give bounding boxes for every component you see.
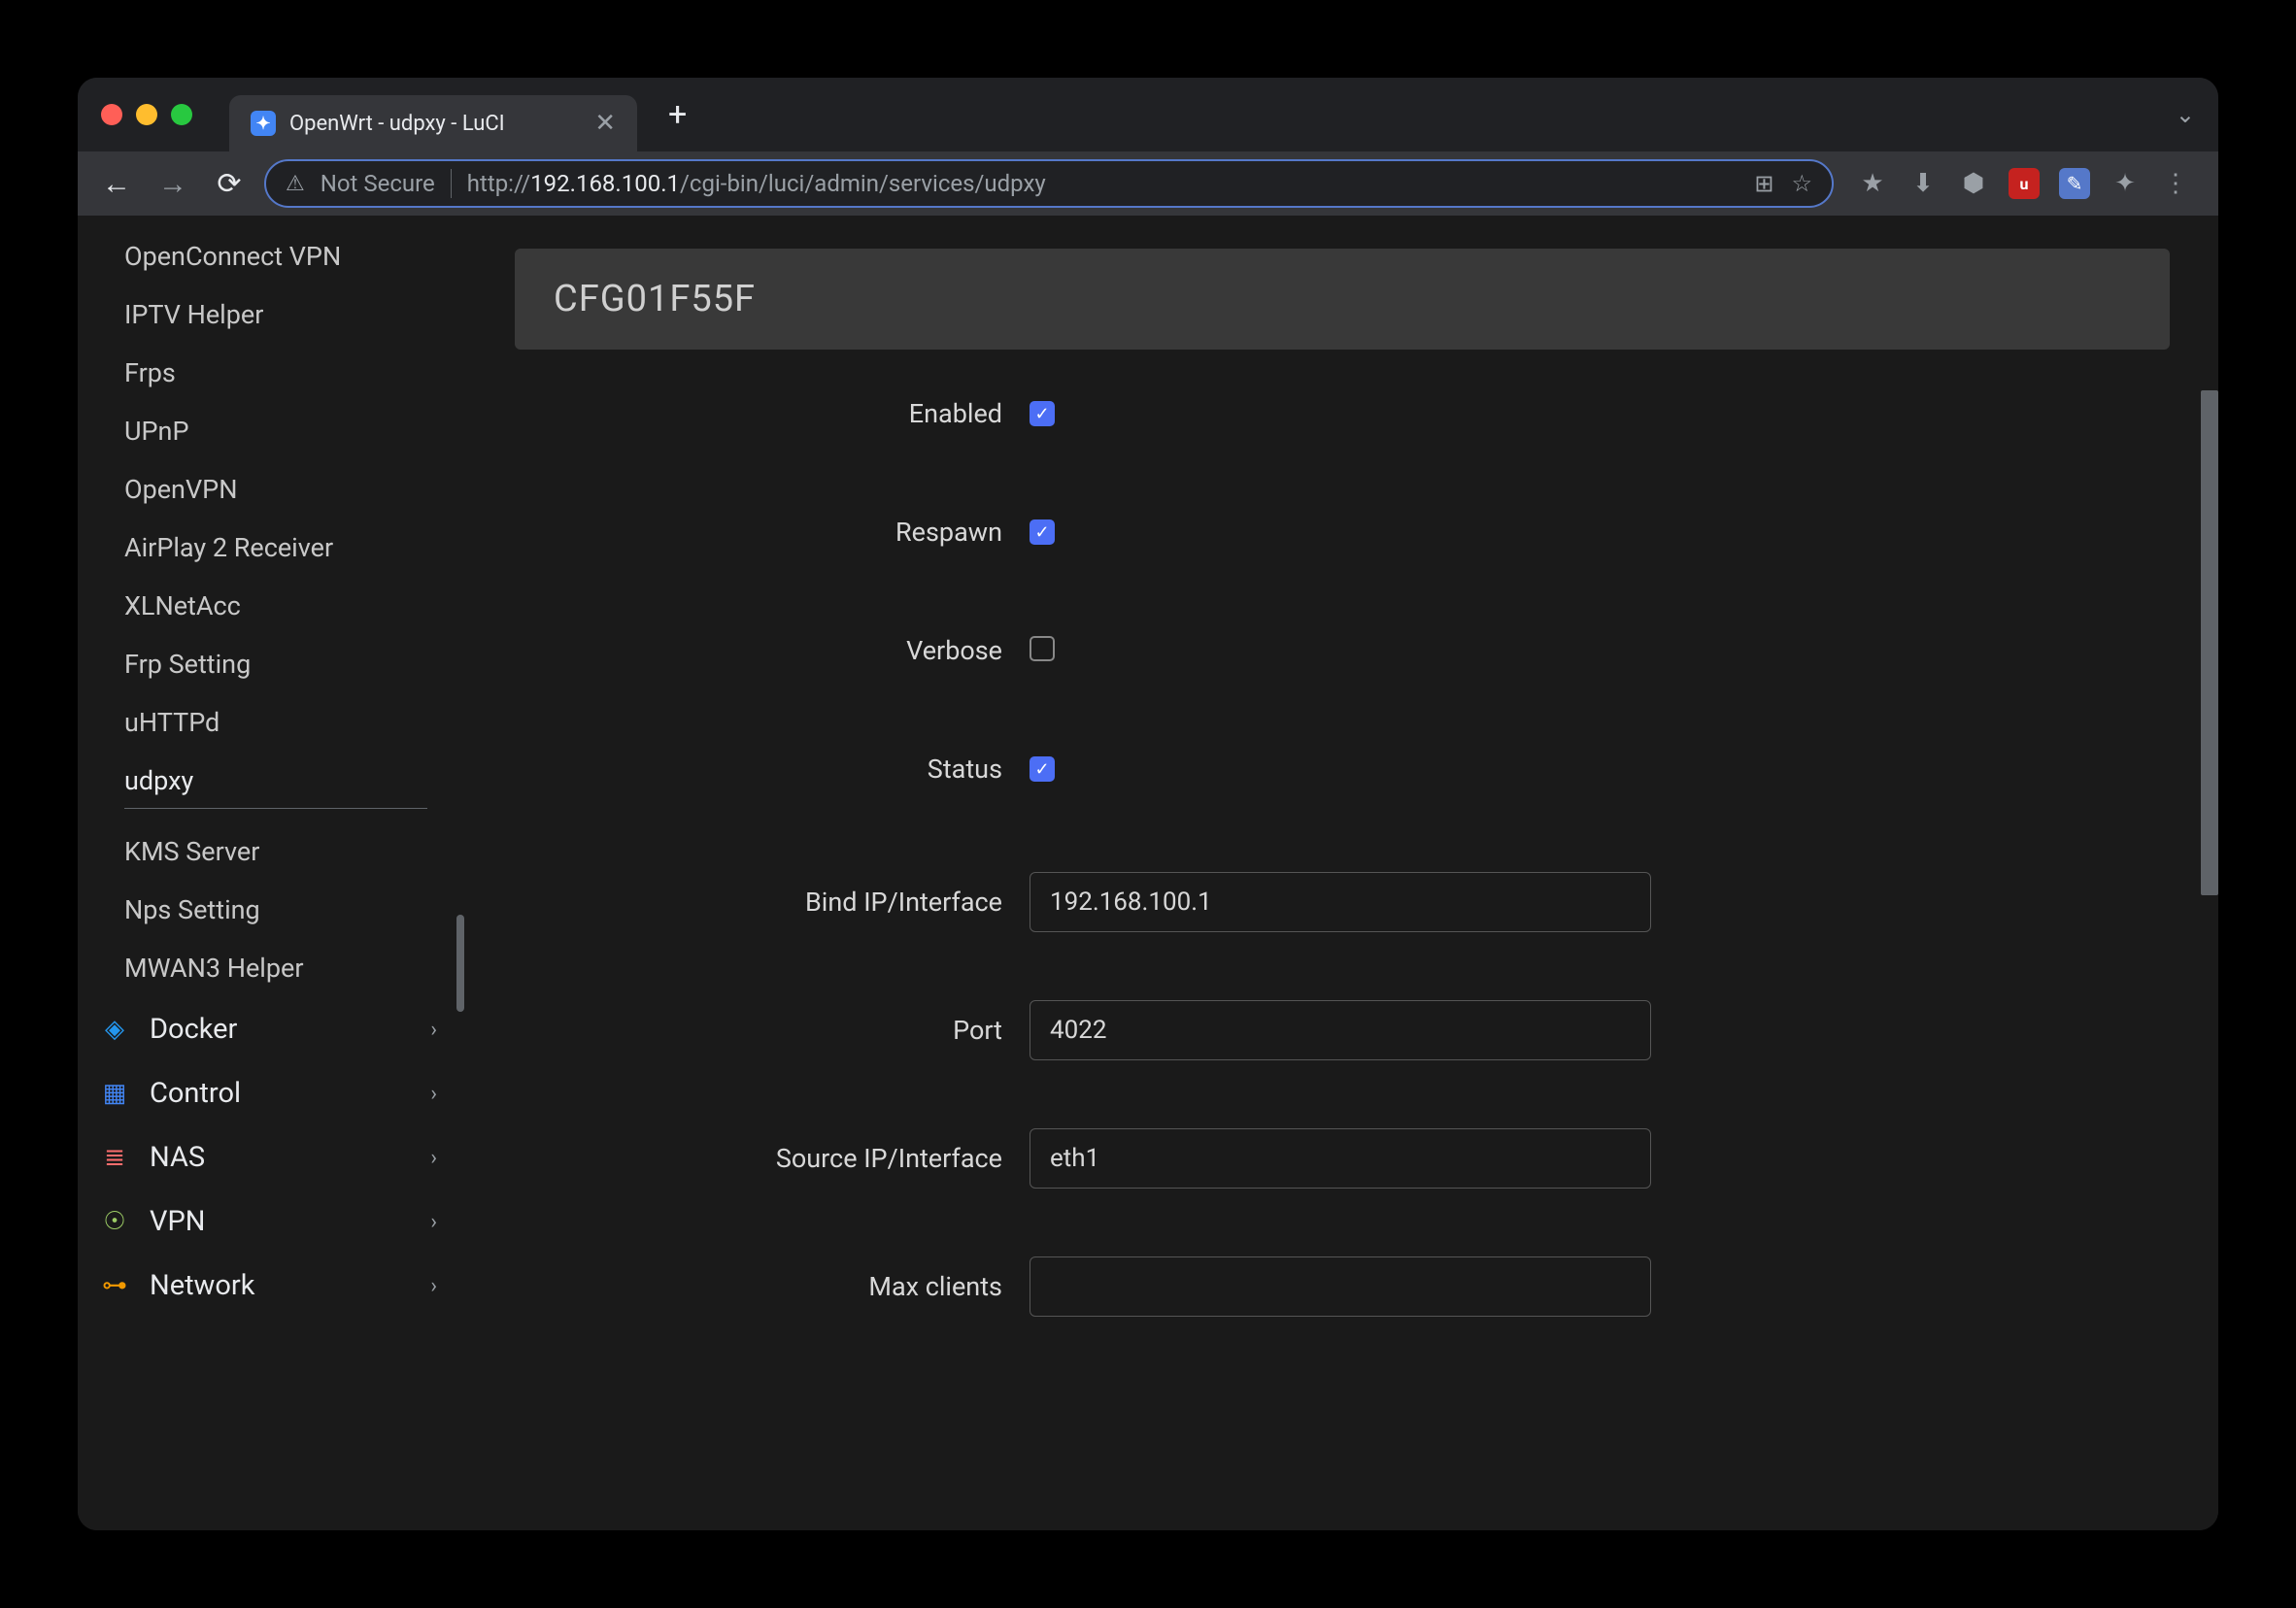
field-row-source-ip: Source IP/Interface xyxy=(515,1128,2170,1189)
bind-ip-input[interactable] xyxy=(1030,872,1651,932)
field-label: Max clients xyxy=(515,1271,1030,1302)
sidebar-group-label: Control xyxy=(150,1077,411,1110)
sidebar-item-openconnect-vpn[interactable]: OpenConnect VPN xyxy=(78,227,466,285)
field-row-enabled: Enabled ✓ xyxy=(515,398,2170,429)
install-app-icon[interactable]: ⊞ xyxy=(1754,170,1773,197)
field-label: Verbose xyxy=(515,635,1030,666)
panel-header: CFG01F55F xyxy=(515,249,2170,350)
sidebar-group-control[interactable]: ▦ Control › xyxy=(78,1061,466,1125)
sidebar-group-label: Network xyxy=(150,1269,411,1302)
close-window-button[interactable] xyxy=(101,104,122,125)
chevron-right-icon: › xyxy=(430,1018,437,1042)
vpn-icon: ☉ xyxy=(99,1206,130,1237)
bookmark-solid-icon[interactable]: ★ xyxy=(1857,168,1888,199)
shield-extension-icon[interactable]: ⬢ xyxy=(1958,168,1989,199)
sidebar-scrollbar[interactable] xyxy=(456,915,464,1012)
forward-button[interactable]: → xyxy=(152,162,194,205)
sidebar-item-frp-setting[interactable]: Frp Setting xyxy=(78,635,466,693)
openwrt-favicon: ✦ xyxy=(251,111,276,136)
field-label: Source IP/Interface xyxy=(515,1143,1030,1174)
sidebar-group-label: NAS xyxy=(150,1141,411,1174)
new-tab-button[interactable]: + xyxy=(668,95,687,134)
docker-icon: ◈ xyxy=(99,1014,130,1045)
panel-title: CFG01F55F xyxy=(554,278,2131,320)
enabled-checkbox[interactable]: ✓ xyxy=(1030,401,1055,426)
minimize-window-button[interactable] xyxy=(136,104,157,125)
address-bar[interactable]: ⚠ Not Secure http://192.168.100.1/cgi-bi… xyxy=(264,159,1834,208)
chevron-right-icon: › xyxy=(430,1210,437,1234)
sidebar: OpenConnect VPN IPTV Helper Frps UPnP Op… xyxy=(78,216,466,1530)
reload-button[interactable]: ⟳ xyxy=(208,162,251,205)
sidebar-item-airplay2[interactable]: AirPlay 2 Receiver xyxy=(78,519,466,577)
status-checkbox[interactable]: ✓ xyxy=(1030,756,1055,782)
maximize-window-button[interactable] xyxy=(171,104,192,125)
sidebar-item-openvpn[interactable]: OpenVPN xyxy=(78,460,466,519)
field-row-verbose: Verbose xyxy=(515,635,2170,666)
sidebar-item-kms-server[interactable]: KMS Server xyxy=(78,822,466,881)
close-tab-icon[interactable]: ✕ xyxy=(594,109,616,138)
sidebar-item-nps-setting[interactable]: Nps Setting xyxy=(78,881,466,939)
sidebar-item-uhttpd[interactable]: uHTTPd xyxy=(78,693,466,752)
main-panel: CFG01F55F Enabled ✓ Respawn ✓ Verbose St… xyxy=(466,216,2218,1530)
browser-menu-icon[interactable]: ⋮ xyxy=(2160,168,2191,199)
field-row-bind-ip: Bind IP/Interface xyxy=(515,872,2170,932)
sidebar-item-mwan3-helper[interactable]: MWAN3 Helper xyxy=(78,939,466,997)
sidebar-group-label: VPN xyxy=(150,1205,411,1238)
sidebar-group-nas[interactable]: ≣ NAS › xyxy=(78,1125,466,1189)
tab-list-dropdown-icon[interactable]: ⌄ xyxy=(2176,101,2195,128)
browser-toolbar: ← → ⟳ ⚠ Not Secure http://192.168.100.1/… xyxy=(78,151,2218,216)
url-text: http://192.168.100.1/cgi-bin/luci/admin/… xyxy=(467,170,1739,197)
sidebar-group-network[interactable]: ⊶ Network › xyxy=(78,1254,466,1318)
control-icon: ▦ xyxy=(99,1078,130,1109)
download-icon[interactable]: ⬇ xyxy=(1908,168,1939,199)
browser-tab[interactable]: ✦ OpenWrt - udpxy - LuCI ✕ xyxy=(229,95,637,151)
sidebar-item-frps[interactable]: Frps xyxy=(78,344,466,402)
field-label: Port xyxy=(515,1015,1030,1046)
bookmark-star-icon[interactable]: ☆ xyxy=(1791,170,1812,197)
sidebar-item-udpxy[interactable]: udpxy xyxy=(78,752,466,822)
chevron-right-icon: › xyxy=(430,1274,437,1298)
max-clients-input[interactable] xyxy=(1030,1256,1651,1317)
marked-extension-icon[interactable]: ✎ xyxy=(2059,168,2090,199)
field-row-status: Status ✓ xyxy=(515,754,2170,785)
extensions-puzzle-icon[interactable]: ✦ xyxy=(2110,168,2141,199)
main-scrollbar[interactable] xyxy=(2201,390,2218,895)
network-icon: ⊶ xyxy=(99,1270,130,1301)
source-ip-input[interactable] xyxy=(1030,1128,1651,1189)
nas-icon: ≣ xyxy=(99,1142,130,1173)
divider xyxy=(451,169,452,198)
port-input[interactable] xyxy=(1030,1000,1651,1060)
field-label: Bind IP/Interface xyxy=(515,887,1030,918)
browser-window: ✦ OpenWrt - udpxy - LuCI ✕ + ⌄ ← → ⟳ ⚠ N… xyxy=(78,78,2218,1530)
sidebar-item-upnp[interactable]: UPnP xyxy=(78,402,466,460)
warning-icon: ⚠ xyxy=(286,172,305,196)
page-content: OpenConnect VPN IPTV Helper Frps UPnP Op… xyxy=(78,216,2218,1530)
chevron-right-icon: › xyxy=(430,1082,437,1106)
sidebar-group-docker[interactable]: ◈ Docker › xyxy=(78,997,466,1061)
tab-title: OpenWrt - udpxy - LuCI xyxy=(289,112,581,136)
respawn-checkbox[interactable]: ✓ xyxy=(1030,519,1055,545)
extension-area: ★ ⬇ ⬢ u ✎ ✦ ⋮ xyxy=(1847,168,2201,199)
verbose-checkbox[interactable] xyxy=(1030,636,1055,661)
sidebar-item-iptv-helper[interactable]: IPTV Helper xyxy=(78,285,466,344)
titlebar: ✦ OpenWrt - udpxy - LuCI ✕ + ⌄ xyxy=(78,78,2218,151)
security-label: Not Secure xyxy=(321,170,435,197)
field-row-max-clients: Max clients xyxy=(515,1256,2170,1317)
field-label: Status xyxy=(515,754,1030,785)
window-controls xyxy=(101,104,192,125)
field-row-respawn: Respawn ✓ xyxy=(515,517,2170,548)
sidebar-item-xlnetacc[interactable]: XLNetAcc xyxy=(78,577,466,635)
sidebar-group-vpn[interactable]: ☉ VPN › xyxy=(78,1189,466,1254)
back-button[interactable]: ← xyxy=(95,162,138,205)
sidebar-group-label: Docker xyxy=(150,1013,411,1046)
ublock-extension-icon[interactable]: u xyxy=(2009,168,2040,199)
field-label: Enabled xyxy=(515,398,1030,429)
chevron-right-icon: › xyxy=(430,1146,437,1170)
field-label: Respawn xyxy=(515,517,1030,548)
field-row-port: Port xyxy=(515,1000,2170,1060)
